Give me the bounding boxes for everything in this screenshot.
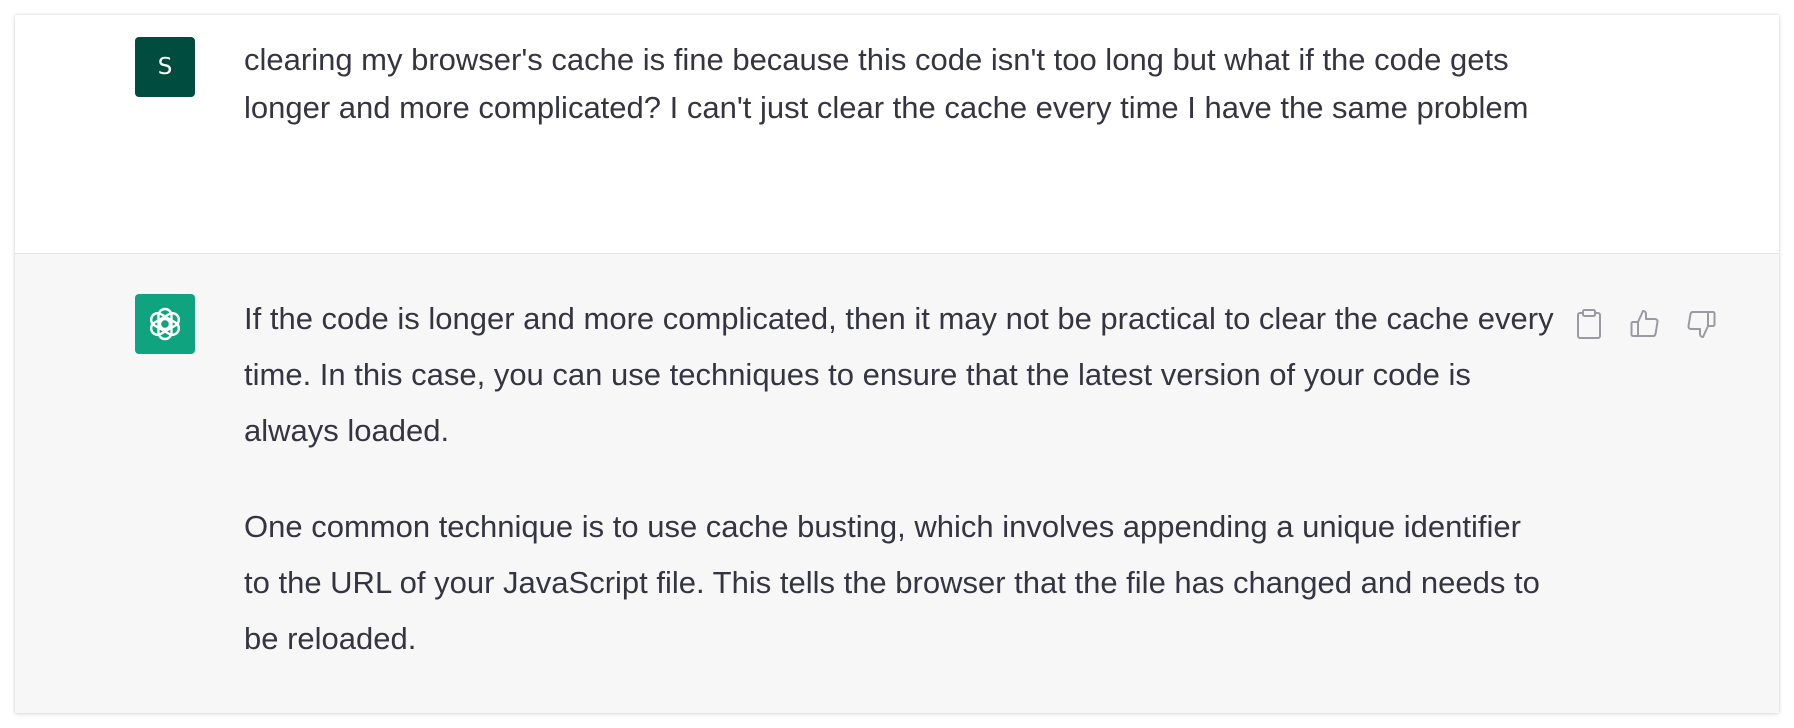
user-message-row: S clearing my browser's cache is fine be… bbox=[15, 15, 1779, 254]
assistant-message-text: If the code is longer and more complicat… bbox=[244, 291, 1554, 667]
clipboard-icon bbox=[1577, 309, 1601, 339]
assistant-paragraph-2: One common technique is to use cache bus… bbox=[244, 509, 1540, 656]
assistant-message-row: If the code is longer and more complicat… bbox=[15, 254, 1779, 713]
user-message-paragraph: clearing my browser's cache is fine beca… bbox=[244, 42, 1529, 125]
thumbs-up-button[interactable] bbox=[1629, 308, 1661, 340]
user-avatar-letter: S bbox=[157, 54, 173, 80]
user-message-text: clearing my browser's cache is fine beca… bbox=[244, 36, 1554, 132]
chat-window: S clearing my browser's cache is fine be… bbox=[15, 15, 1779, 713]
copy-button[interactable] bbox=[1573, 308, 1605, 340]
openai-logo-icon bbox=[149, 307, 181, 341]
message-actions bbox=[1573, 308, 1717, 340]
assistant-paragraph-1: If the code is longer and more complicat… bbox=[244, 301, 1554, 448]
thumbs-down-icon bbox=[1687, 311, 1716, 338]
thumbs-down-button[interactable] bbox=[1685, 308, 1717, 340]
thumbs-up-icon bbox=[1630, 310, 1659, 337]
assistant-avatar bbox=[135, 294, 195, 354]
user-avatar: S bbox=[135, 37, 195, 97]
